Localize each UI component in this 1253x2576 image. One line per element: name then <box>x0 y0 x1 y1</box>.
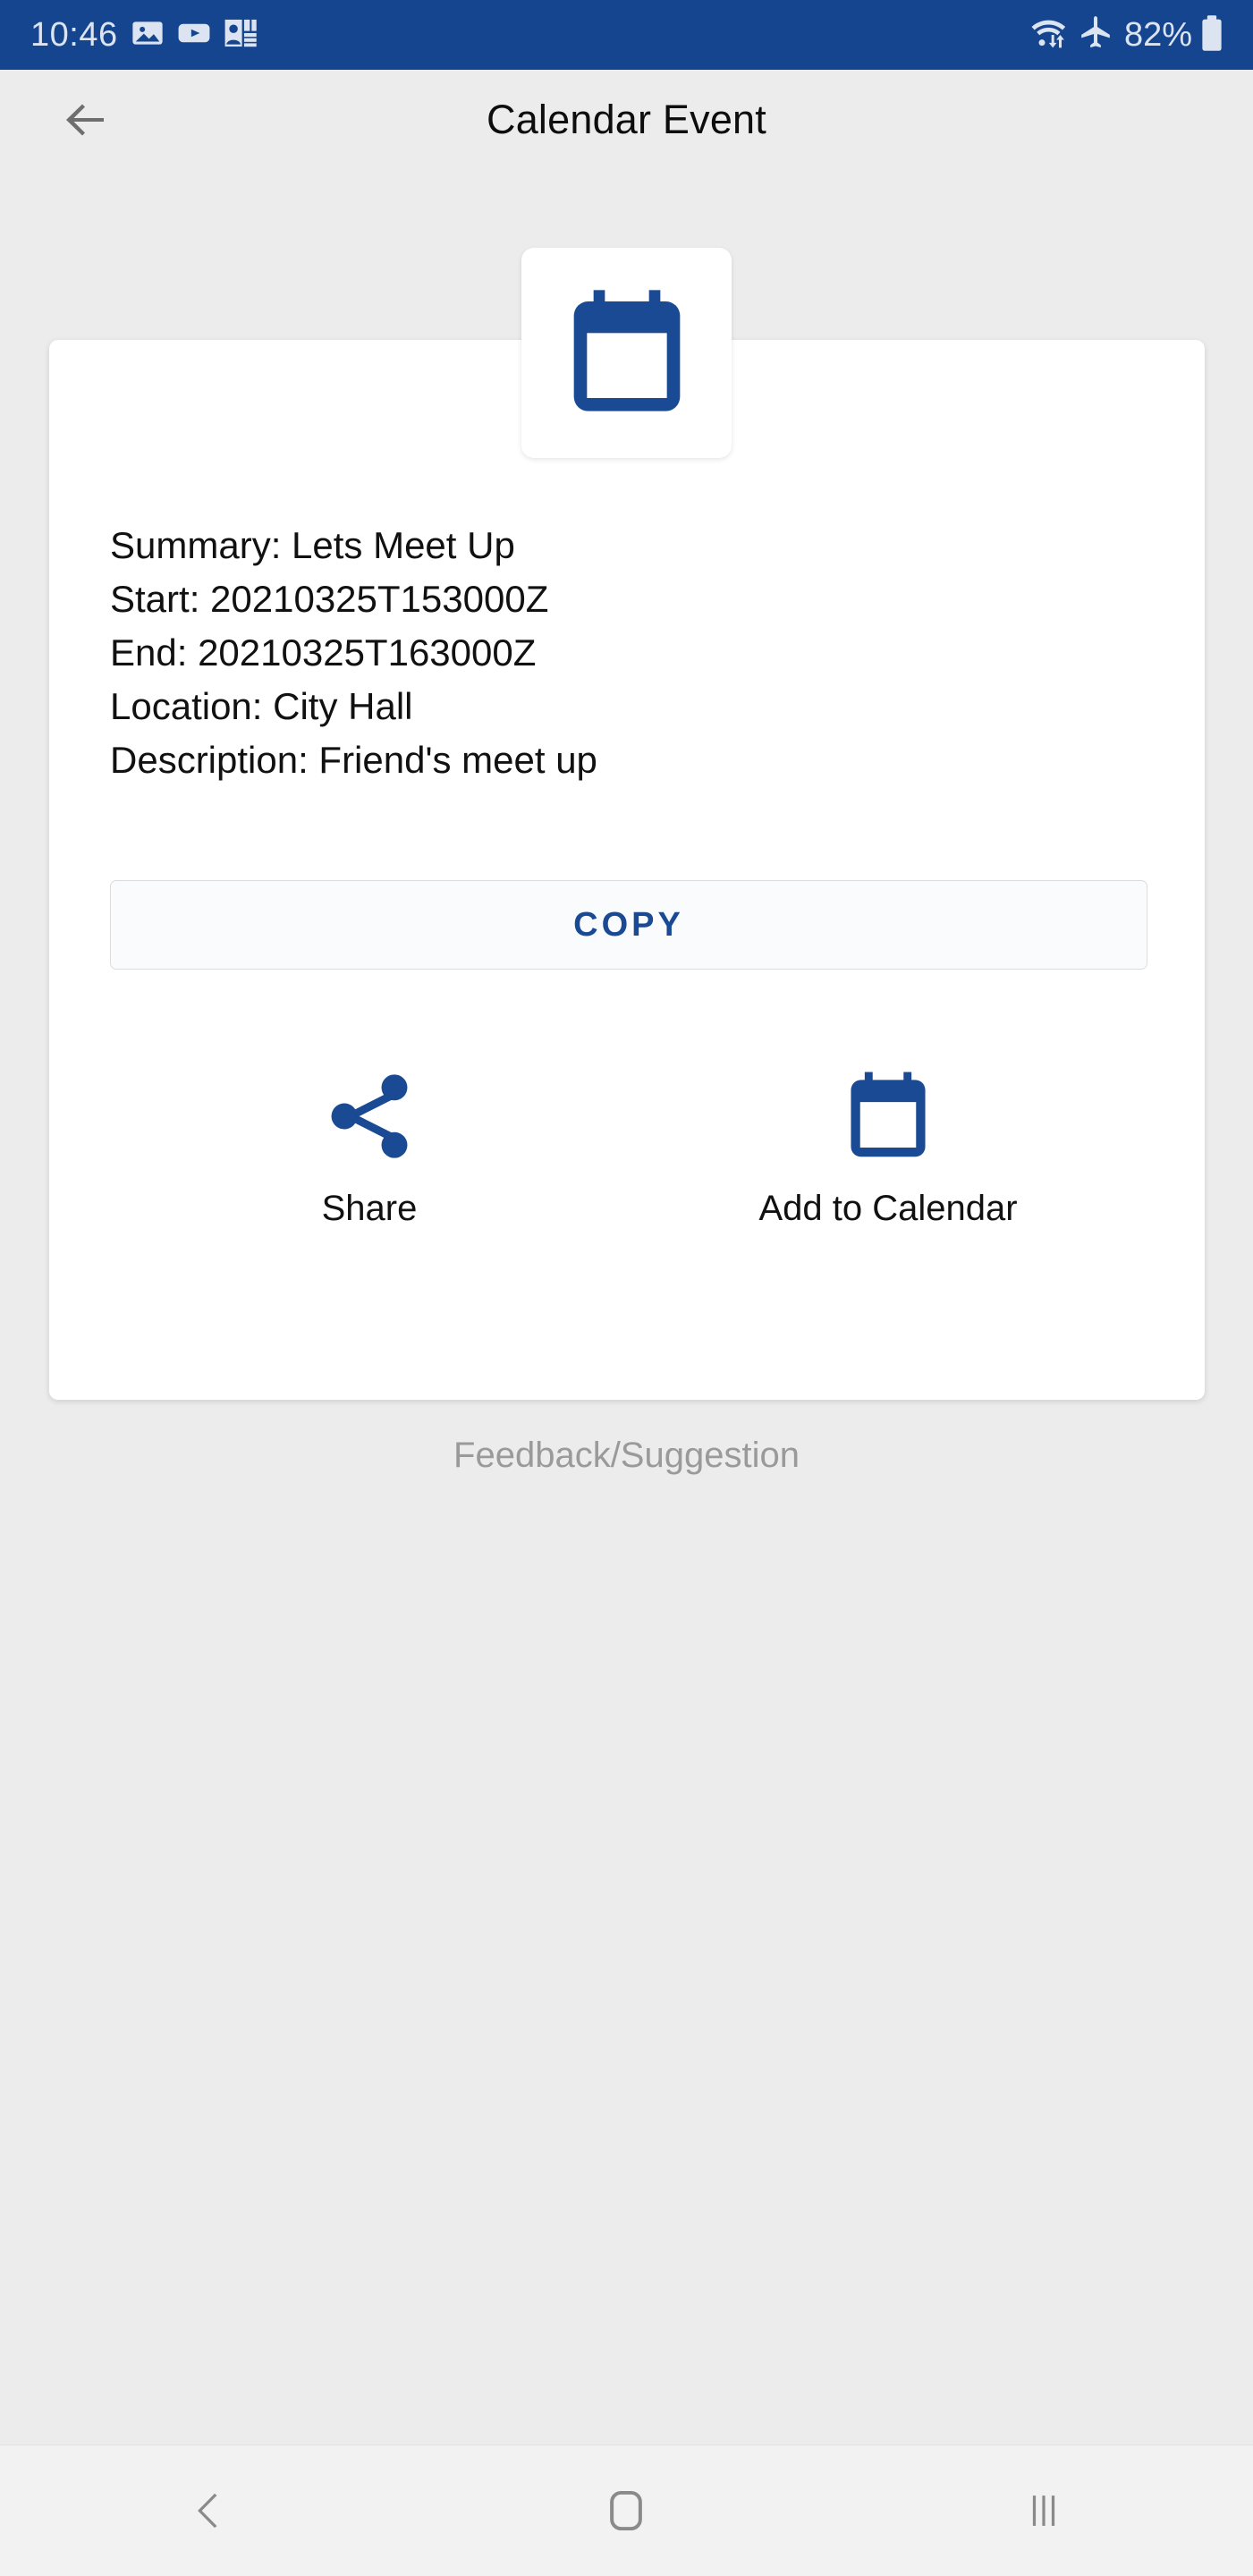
event-fields: Summary: Lets Meet Up Start: 20210325T15… <box>110 519 1151 787</box>
nav-back-button[interactable] <box>0 2445 418 2576</box>
calendar-icon-wrap <box>838 1046 938 1185</box>
status-bar-left: 10:46 <box>30 16 258 55</box>
event-field-summary: Summary: Lets Meet Up <box>110 524 515 566</box>
home-square-icon <box>610 2490 643 2531</box>
copy-button-label: COPY <box>573 905 684 944</box>
airplane-mode-icon <box>1078 15 1113 55</box>
app-header: Calendar Event <box>0 70 1253 170</box>
status-bar: 10:46 82% <box>0 0 1253 70</box>
event-detail-card: Summary: Lets Meet Up Start: 20210325T15… <box>49 340 1205 1400</box>
copy-button[interactable]: COPY <box>110 880 1147 970</box>
event-field-description: Description: Friend's meet up <box>110 739 597 781</box>
add-to-calendar-action-button[interactable]: Add to Calendar <box>629 1046 1147 1229</box>
event-field-end: End: 20210325T163000Z <box>110 631 537 674</box>
share-action-button[interactable]: Share <box>110 1046 629 1229</box>
calendar-icon <box>851 1072 926 1157</box>
battery-percent-label: 82% <box>1123 16 1192 54</box>
system-nav-bar <box>0 2445 1253 2576</box>
recents-bars-icon <box>1033 2496 1055 2526</box>
wifi-transfer-icon <box>1029 15 1069 55</box>
video-player-icon <box>177 16 211 55</box>
gallery-icon <box>131 16 165 55</box>
header-icon-tile <box>521 248 732 458</box>
event-field-location: Location: City Hall <box>110 685 413 727</box>
battery-icon <box>1201 14 1223 56</box>
nav-home-button[interactable] <box>418 2445 835 2576</box>
calendar-icon <box>573 289 680 411</box>
status-bar-right: 82% <box>1029 14 1223 56</box>
add-to-calendar-action-label: Add to Calendar <box>758 1189 1018 1228</box>
action-row: Share Add to Calendar <box>110 1046 1147 1229</box>
feedback-suggestion-link[interactable]: Feedback/Suggestion <box>0 1436 1253 1476</box>
share-icon <box>331 1073 408 1158</box>
event-field-start: Start: 20210325T153000Z <box>110 578 549 620</box>
chevron-left-icon <box>198 2493 218 2529</box>
page-title: Calendar Event <box>487 97 766 142</box>
nav-recents-button[interactable] <box>835 2445 1253 2576</box>
status-clock: 10:46 <box>30 16 118 54</box>
share-icon-wrap <box>319 1046 419 1185</box>
share-action-label: Share <box>321 1189 418 1228</box>
contact-card-icon <box>224 16 258 55</box>
